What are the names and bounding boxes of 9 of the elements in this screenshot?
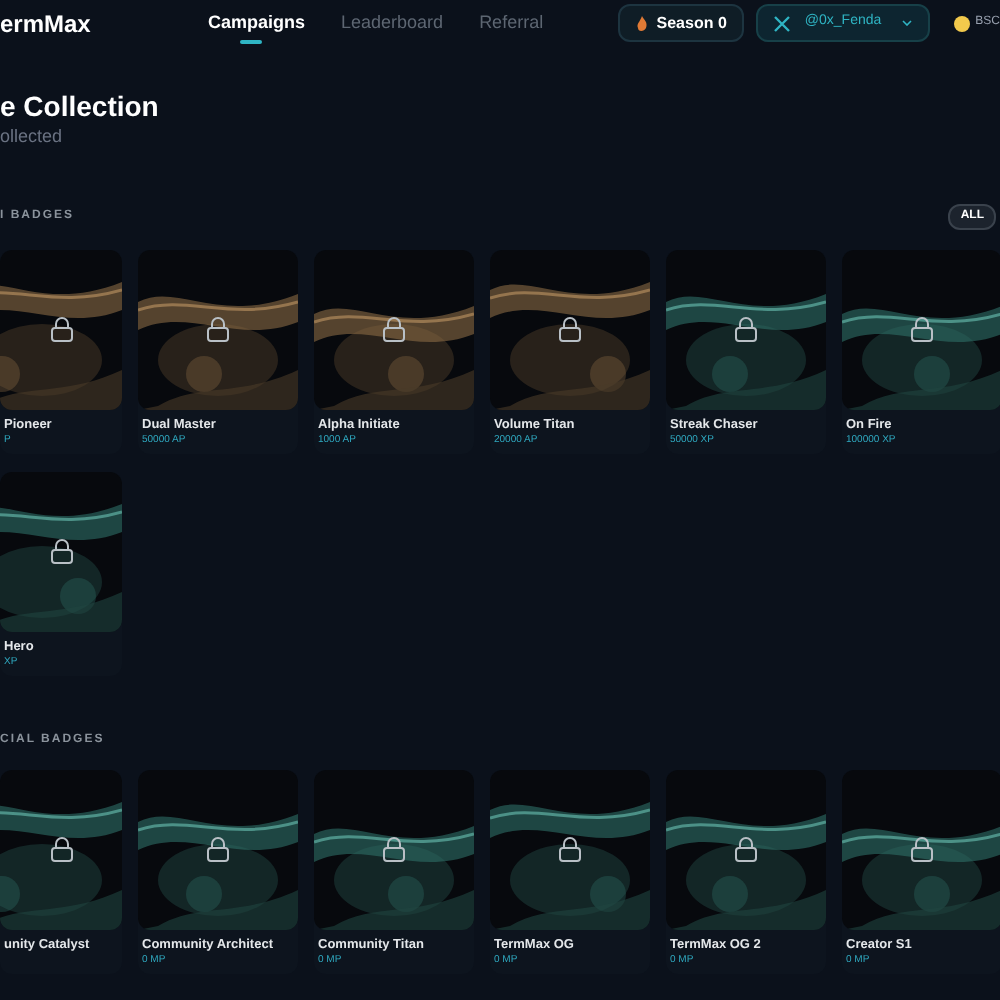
coin-icon [953, 15, 970, 31]
brand-logo-text[interactable]: ermMax [0, 5, 208, 41]
nav-tab[interactable]: Campaigns [208, 12, 306, 44]
x-logo-icon [774, 15, 791, 31]
caret-icon [901, 20, 912, 26]
flame-icon [636, 15, 649, 31]
page-subtitle: ollected [0, 124, 65, 150]
page-title: e Collection [0, 88, 161, 124]
season-button[interactable]: Season 0 [618, 4, 745, 42]
